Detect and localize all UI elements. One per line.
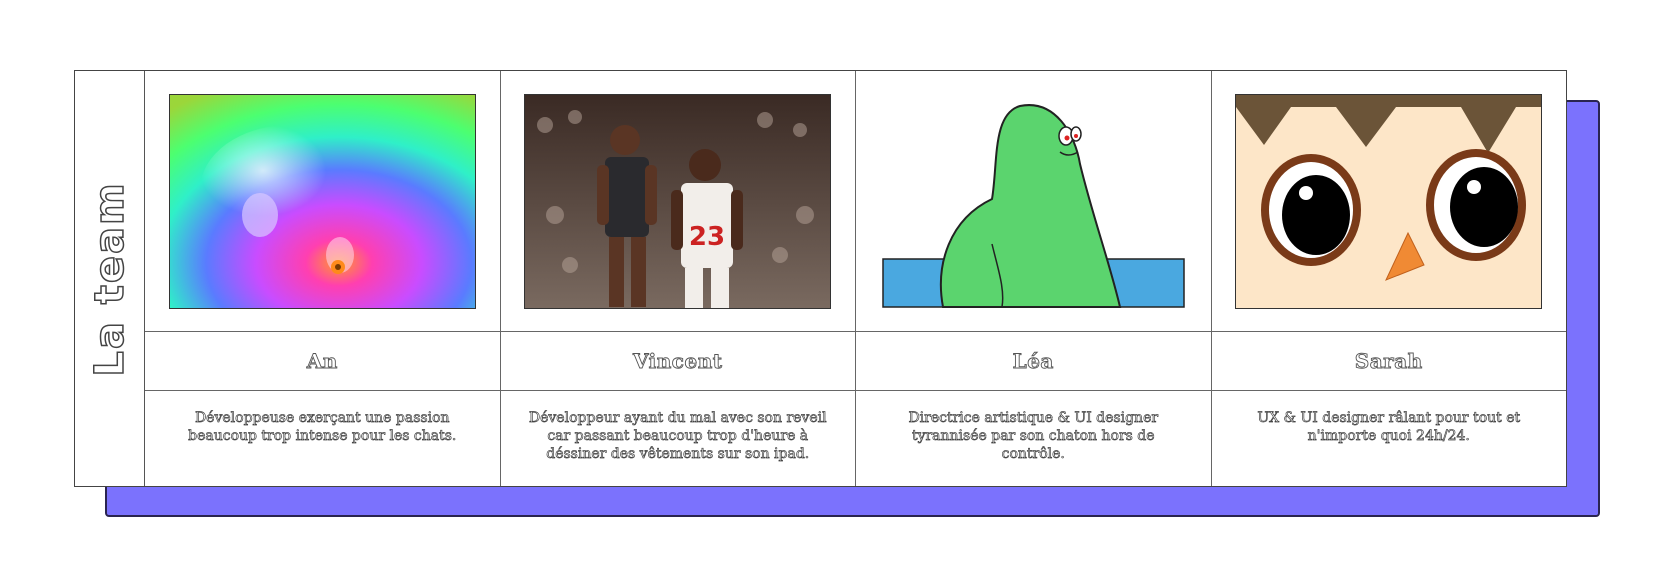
- member-name: An: [145, 332, 500, 391]
- member-description: Développeuse exerçant une passion beauco…: [188, 410, 457, 445]
- title-column: La team: [75, 71, 145, 486]
- photo-cell: [145, 71, 500, 332]
- section-title: La team: [86, 180, 134, 377]
- member-description: Directrice artistique & UI designer tyra…: [908, 410, 1159, 463]
- page: La team An Développeuse exerçant une pas…: [0, 0, 1674, 578]
- member-card-vincent: 23 Vincent Développeur ayant du mal avec…: [500, 71, 856, 486]
- member-card-an: An Développeuse exerçant une passion bea…: [145, 71, 501, 486]
- members-grid: An Développeuse exerçant une passion bea…: [145, 71, 1566, 486]
- photo-cell: 23: [500, 71, 855, 332]
- member-photo-blob: [880, 94, 1187, 309]
- team-card: La team An Développeuse exerçant une pas…: [74, 70, 1567, 487]
- photo-cell: [1211, 71, 1566, 332]
- member-name: Léa: [856, 332, 1211, 391]
- photo-cell: [856, 71, 1211, 332]
- member-card-sarah: Sarah UX & UI designer râlant pour tout …: [1211, 71, 1566, 486]
- member-photo-villager: [1235, 93, 1543, 309]
- member-photo-basketball: 23: [524, 93, 832, 309]
- member-card-lea: Léa Directrice artistique & UI designer …: [856, 71, 1212, 486]
- member-description: UX & UI designer râlant pour tout et n'i…: [1257, 410, 1521, 445]
- member-name: Vincent: [500, 332, 855, 391]
- member-name: Sarah: [1211, 332, 1566, 391]
- svg-text:23: 23: [689, 222, 725, 252]
- member-description: Développeur ayant du mal avec son reveil…: [528, 410, 827, 463]
- member-photo-cat: [168, 93, 476, 309]
